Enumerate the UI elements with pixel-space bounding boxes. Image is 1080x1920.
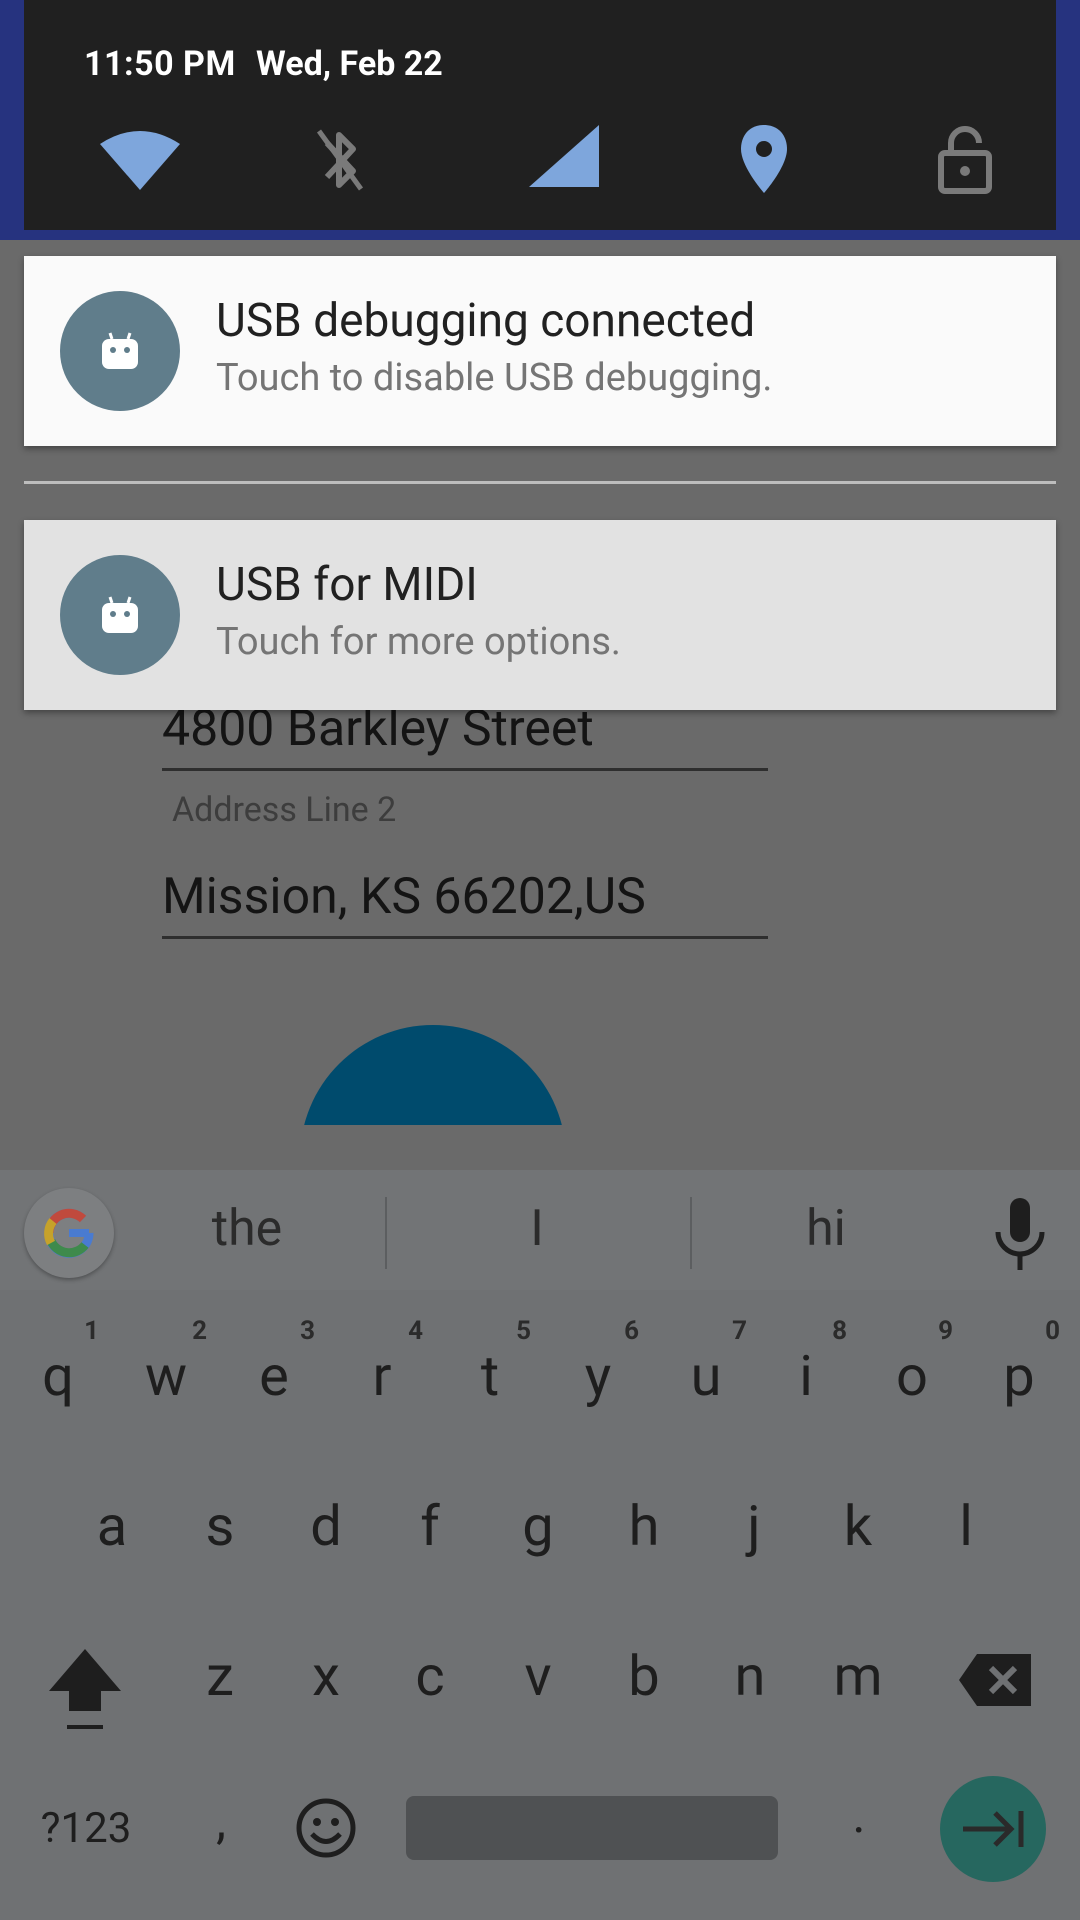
emoji-icon <box>296 1798 356 1858</box>
key-hint: 0 <box>1045 1316 1060 1346</box>
key-k[interactable]: k <box>805 1466 911 1586</box>
key-p[interactable]: p0 <box>966 1316 1072 1436</box>
notification-text: Touch for more options. <box>216 620 621 664</box>
period-key[interactable]: . <box>824 1776 894 1856</box>
keyboard: the I hi q1 w2 e3 r4 t5 y6 u7 i8 o9 p0 a… <box>0 1170 1080 1920</box>
key-label: p <box>1003 1343 1035 1409</box>
symbols-key[interactable]: ?123 <box>26 1788 146 1868</box>
key-b[interactable]: b <box>591 1616 697 1736</box>
key-hint: 3 <box>300 1316 315 1346</box>
key-y[interactable]: y6 <box>545 1316 651 1436</box>
shift-icon <box>49 1649 121 1729</box>
backspace-key[interactable] <box>950 1640 1040 1720</box>
emoji-key[interactable] <box>286 1788 366 1868</box>
wifi-icon <box>100 131 180 190</box>
key-label: i <box>799 1343 813 1409</box>
wifi-tile[interactable] <box>100 120 180 200</box>
tab-arrow-icon <box>963 1811 1024 1847</box>
key-hint: 8 <box>832 1316 847 1346</box>
key-label: o <box>896 1343 928 1409</box>
notification-icon <box>60 291 180 411</box>
key-z[interactable]: z <box>167 1616 273 1736</box>
key-label: r <box>372 1343 392 1409</box>
date[interactable]: Wed, Feb 22 <box>256 44 443 84</box>
clock: 11:50 PM <box>84 44 236 84</box>
key-hint: 4 <box>408 1316 423 1346</box>
key-c[interactable]: c <box>377 1616 483 1736</box>
notification-icon <box>60 555 180 675</box>
action-button[interactable] <box>300 1025 566 1125</box>
key-e[interactable]: e3 <box>221 1316 327 1436</box>
lock-tile[interactable] <box>925 120 1005 200</box>
key-hint: 9 <box>938 1316 953 1346</box>
address-line1-underline <box>162 768 768 771</box>
key-label: q <box>42 1343 74 1409</box>
key-label: u <box>690 1343 722 1409</box>
shift-key[interactable] <box>40 1640 130 1740</box>
key-f[interactable]: f <box>377 1466 483 1586</box>
key-hint: 5 <box>516 1316 531 1346</box>
bluetooth-off-icon <box>316 129 364 191</box>
key-m[interactable]: m <box>805 1616 911 1736</box>
key-hint: 1 <box>84 1316 99 1346</box>
key-hint: 7 <box>732 1316 747 1346</box>
suggestion-divider <box>385 1197 387 1269</box>
location-tile[interactable] <box>724 120 804 200</box>
suggestion-2[interactable]: I <box>437 1200 637 1258</box>
suggestion-divider <box>690 1197 692 1269</box>
microphone-icon[interactable] <box>990 1196 1050 1276</box>
android-icon <box>102 596 138 633</box>
suggestion-strip: the I hi <box>0 1170 1080 1290</box>
key-s[interactable]: s <box>167 1466 273 1586</box>
notification-title: USB debugging connected <box>216 294 756 348</box>
key-d[interactable]: d <box>273 1466 379 1586</box>
location-icon <box>741 125 787 193</box>
key-hint: 6 <box>624 1316 639 1346</box>
notification-usb-midi[interactable]: USB for MIDI Touch for more options. <box>24 520 1056 710</box>
key-label: w <box>144 1343 188 1409</box>
cellular-signal-icon <box>529 125 599 187</box>
backspace-icon <box>959 1654 1031 1706</box>
suggestion-3[interactable]: hi <box>726 1200 926 1258</box>
key-j[interactable]: j <box>701 1466 807 1586</box>
notification-divider <box>24 481 1056 484</box>
android-icon <box>102 332 138 369</box>
address-line2-underline <box>162 936 768 939</box>
key-x[interactable]: x <box>273 1616 379 1736</box>
key-w[interactable]: w2 <box>113 1316 219 1436</box>
space-key[interactable] <box>406 1796 778 1860</box>
key-g[interactable]: g <box>485 1466 591 1586</box>
google-button[interactable] <box>24 1188 114 1278</box>
address-line2-field[interactable]: Mission, KS 66202,US <box>162 868 646 926</box>
notification-title: USB for MIDI <box>216 558 478 612</box>
key-hint: 2 <box>192 1316 207 1346</box>
google-g-icon <box>44 1208 94 1258</box>
key-label: e <box>259 1343 289 1409</box>
key-u[interactable]: u7 <box>653 1316 759 1436</box>
key-n[interactable]: n <box>697 1616 803 1736</box>
suggestion-1[interactable]: the <box>147 1200 347 1258</box>
key-t[interactable]: t5 <box>437 1316 543 1436</box>
key-a[interactable]: a <box>59 1466 165 1586</box>
key-label: y <box>584 1343 612 1409</box>
cellular-tile[interactable] <box>524 120 604 200</box>
bluetooth-tile[interactable] <box>300 120 380 200</box>
key-r[interactable]: r4 <box>329 1316 435 1436</box>
key-l[interactable]: l <box>913 1466 1019 1586</box>
key-v[interactable]: v <box>485 1616 591 1736</box>
notification-text: Touch to disable USB debugging. <box>216 356 773 400</box>
key-o[interactable]: o9 <box>859 1316 965 1436</box>
notification-usb-debugging[interactable]: USB debugging connected Touch to disable… <box>24 256 1056 446</box>
comma-key[interactable]: , <box>186 1782 256 1862</box>
key-q[interactable]: q1 <box>5 1316 111 1436</box>
key-h[interactable]: h <box>591 1466 697 1586</box>
key-label: t <box>480 1343 500 1409</box>
enter-key[interactable] <box>940 1776 1046 1882</box>
notification-shade-header: 11:50 PM Wed, Feb 22 <box>24 0 1056 230</box>
key-i[interactable]: i8 <box>753 1316 859 1436</box>
screen-lock-icon <box>938 126 992 194</box>
address-line2-label: Address Line 2 <box>172 790 397 830</box>
